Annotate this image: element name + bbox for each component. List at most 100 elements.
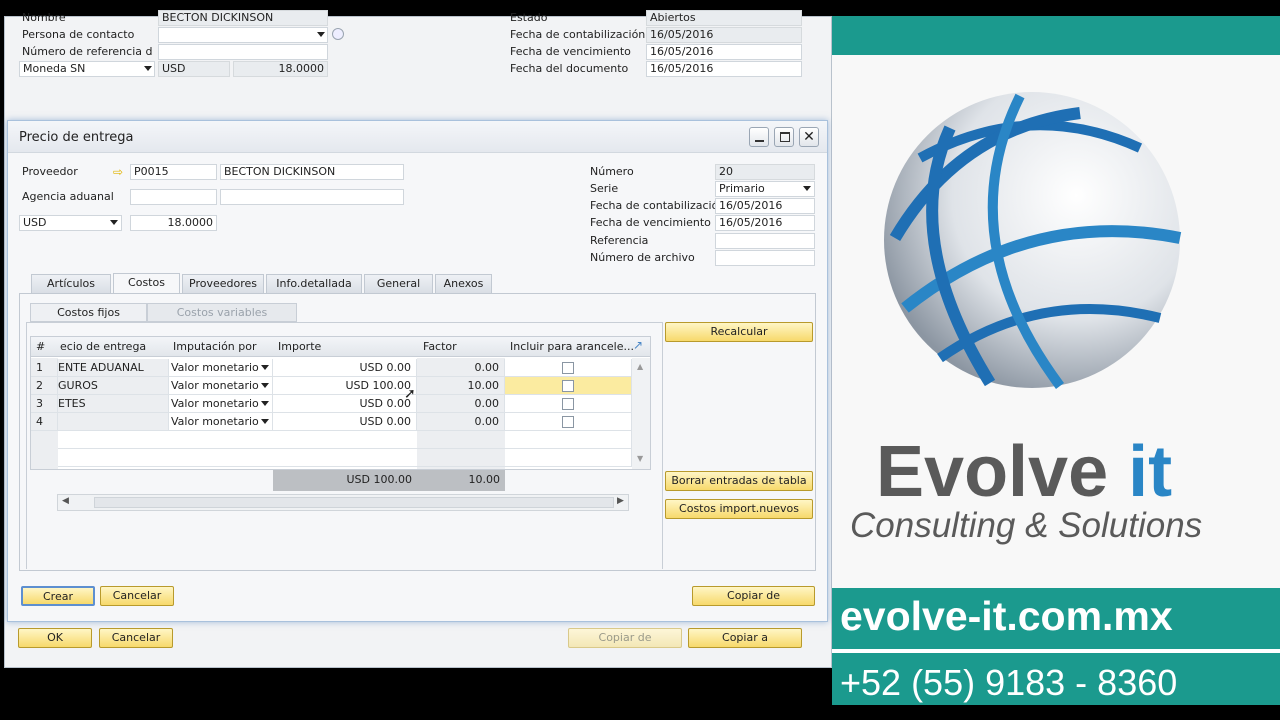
row-importe[interactable]: USD 0.00 bbox=[273, 413, 417, 431]
chevron-down-icon[interactable] bbox=[144, 66, 152, 71]
rate-field[interactable]: 18.0000 bbox=[130, 215, 217, 231]
bg-moneda-select[interactable]: Moneda SN bbox=[19, 61, 155, 77]
referencia-field[interactable] bbox=[715, 233, 815, 249]
row-importe[interactable]: USD 0.00 bbox=[273, 395, 417, 413]
scroll-thumb[interactable] bbox=[94, 497, 614, 508]
dialog-cancel-button[interactable]: Cancelar bbox=[100, 586, 174, 606]
include-checkbox[interactable] bbox=[562, 398, 574, 410]
row-name[interactable] bbox=[58, 413, 169, 431]
bg-label-fecha-cont: Fecha de contabilización bbox=[510, 28, 646, 41]
col-importe[interactable]: Importe bbox=[278, 340, 321, 354]
brand-name: Evolve it bbox=[876, 432, 1172, 512]
tab-articulos[interactable]: Artículos bbox=[31, 274, 111, 293]
label-referencia: Referencia bbox=[590, 234, 649, 247]
row-importe[interactable]: USD 100.00 bbox=[273, 377, 417, 395]
bg-referencia-field[interactable] bbox=[158, 44, 328, 60]
create-button[interactable]: Crear bbox=[21, 586, 95, 606]
archivo-field[interactable] bbox=[715, 250, 815, 266]
label-fecha-cont: Fecha de contabilización bbox=[590, 199, 726, 212]
scroll-left-icon[interactable]: ◀ bbox=[62, 496, 69, 506]
bg-label-referencia: Número de referencia d bbox=[22, 45, 153, 58]
row-num: 4 bbox=[31, 413, 58, 431]
col-factor[interactable]: Factor bbox=[423, 340, 457, 354]
bg-nombre-field[interactable]: BECTON DICKINSON bbox=[158, 10, 328, 26]
row-name[interactable]: GUROS bbox=[58, 377, 169, 395]
supplier-name-field[interactable]: BECTON DICKINSON bbox=[220, 164, 404, 180]
import-costs-button[interactable]: Costos import.nuevos bbox=[665, 499, 813, 519]
col-name[interactable]: ecio de entrega bbox=[60, 340, 146, 354]
chevron-down-icon[interactable] bbox=[803, 186, 811, 191]
serie-select[interactable]: Primario bbox=[715, 181, 815, 197]
dialog-copy-from-button[interactable]: Copiar de bbox=[692, 586, 815, 606]
brand-tagline: Consulting & Solutions bbox=[850, 506, 1203, 545]
bg-label-nombre: Nombre bbox=[22, 11, 66, 24]
row-imputacion[interactable]: Valor monetario bbox=[169, 359, 273, 377]
chevron-down-icon[interactable] bbox=[261, 365, 269, 370]
bg-cancel-button[interactable]: Cancelar bbox=[99, 628, 173, 648]
bg-copy-from-button[interactable]: Copiar de bbox=[568, 628, 682, 648]
empty-row[interactable] bbox=[58, 449, 632, 467]
tab-info[interactable]: Info.detallada bbox=[266, 274, 362, 293]
bg-fecha-cont-field: 16/05/2016 bbox=[646, 27, 802, 43]
chevron-down-icon[interactable] bbox=[261, 419, 269, 424]
bg-currency-field: USD bbox=[158, 61, 230, 77]
expand-icon[interactable]: ↗ bbox=[633, 338, 643, 352]
col-incluir[interactable]: Incluir para arancele... bbox=[510, 340, 634, 354]
customs-name-field[interactable] bbox=[220, 189, 404, 205]
chevron-down-icon[interactable] bbox=[317, 32, 325, 37]
subtab-costos-fijos[interactable]: Costos fijos bbox=[30, 303, 147, 322]
row-imputacion[interactable]: Valor monetario bbox=[169, 413, 273, 431]
grid-vscroll[interactable]: ▲ ▼ bbox=[632, 358, 650, 469]
bg-copy-to-button[interactable]: Copiar a bbox=[688, 628, 802, 648]
include-checkbox[interactable] bbox=[562, 380, 574, 392]
bg-rate-field: 18.0000 bbox=[233, 61, 328, 77]
minimize-icon[interactable] bbox=[749, 127, 769, 147]
brand-it: it bbox=[1128, 432, 1173, 512]
close-icon[interactable]: ✕ bbox=[799, 127, 819, 147]
bg-contacto-field[interactable] bbox=[158, 27, 328, 43]
row-imputacion[interactable]: Valor monetario bbox=[169, 377, 273, 395]
maximize-icon[interactable] bbox=[774, 127, 794, 147]
row-factor: 10.00 bbox=[417, 377, 505, 395]
label-proveedor: Proveedor bbox=[22, 165, 78, 178]
tab-proveedores[interactable]: Proveedores bbox=[182, 274, 264, 293]
label-serie: Serie bbox=[590, 182, 619, 195]
brand-evolve: Evolve bbox=[876, 432, 1109, 512]
fecha-cont-field[interactable]: 16/05/2016 bbox=[715, 198, 815, 214]
grid-hscroll[interactable]: ◀ ▶ bbox=[57, 494, 629, 511]
row-name[interactable]: ENTE ADUANAL bbox=[58, 359, 169, 377]
bg-fecha-doc-field[interactable]: 16/05/2016 bbox=[646, 61, 802, 77]
ok-button[interactable]: OK bbox=[18, 628, 92, 648]
col-imputacion[interactable]: Imputación por bbox=[173, 340, 257, 354]
include-checkbox[interactable] bbox=[562, 416, 574, 428]
fecha-venc-field[interactable]: 16/05/2016 bbox=[715, 215, 815, 231]
info-icon[interactable] bbox=[332, 28, 344, 40]
bottom-bar bbox=[0, 705, 1280, 720]
label-agencia: Agencia aduanal bbox=[22, 190, 114, 203]
row-imputacion[interactable]: Valor monetario bbox=[169, 395, 273, 413]
currency-select[interactable]: USD bbox=[19, 215, 122, 231]
tab-anexos[interactable]: Anexos bbox=[435, 274, 492, 293]
bg-label-estado: Estado bbox=[510, 11, 548, 24]
col-num: # bbox=[36, 340, 46, 353]
label-archivo: Número de archivo bbox=[590, 251, 695, 264]
bg-fecha-venc-field[interactable]: 16/05/2016 bbox=[646, 44, 802, 60]
empty-row[interactable] bbox=[58, 431, 632, 449]
bg-label-contacto: Persona de contacto bbox=[22, 28, 135, 41]
chevron-down-icon[interactable] bbox=[261, 401, 269, 406]
row-name[interactable]: ETES bbox=[58, 395, 169, 413]
clear-table-button[interactable]: Borrar entradas de tabla bbox=[665, 471, 813, 491]
customs-code-field[interactable] bbox=[130, 189, 217, 205]
tab-general[interactable]: General bbox=[364, 274, 433, 293]
chevron-down-icon[interactable] bbox=[110, 220, 118, 225]
tab-costos[interactable]: Costos bbox=[113, 273, 180, 294]
subtab-costos-variables[interactable]: Costos variables bbox=[147, 303, 297, 322]
link-arrow-icon[interactable]: ⇨ bbox=[113, 166, 123, 178]
supplier-code-field[interactable]: P0015 bbox=[130, 164, 217, 180]
label-numero: Número bbox=[590, 165, 634, 178]
chevron-down-icon[interactable] bbox=[261, 383, 269, 388]
recalcular-button[interactable]: Recalcular bbox=[665, 322, 813, 342]
scroll-right-icon[interactable]: ▶ bbox=[617, 496, 624, 506]
include-checkbox[interactable] bbox=[562, 362, 574, 374]
row-importe[interactable]: USD 0.00 bbox=[273, 359, 417, 377]
